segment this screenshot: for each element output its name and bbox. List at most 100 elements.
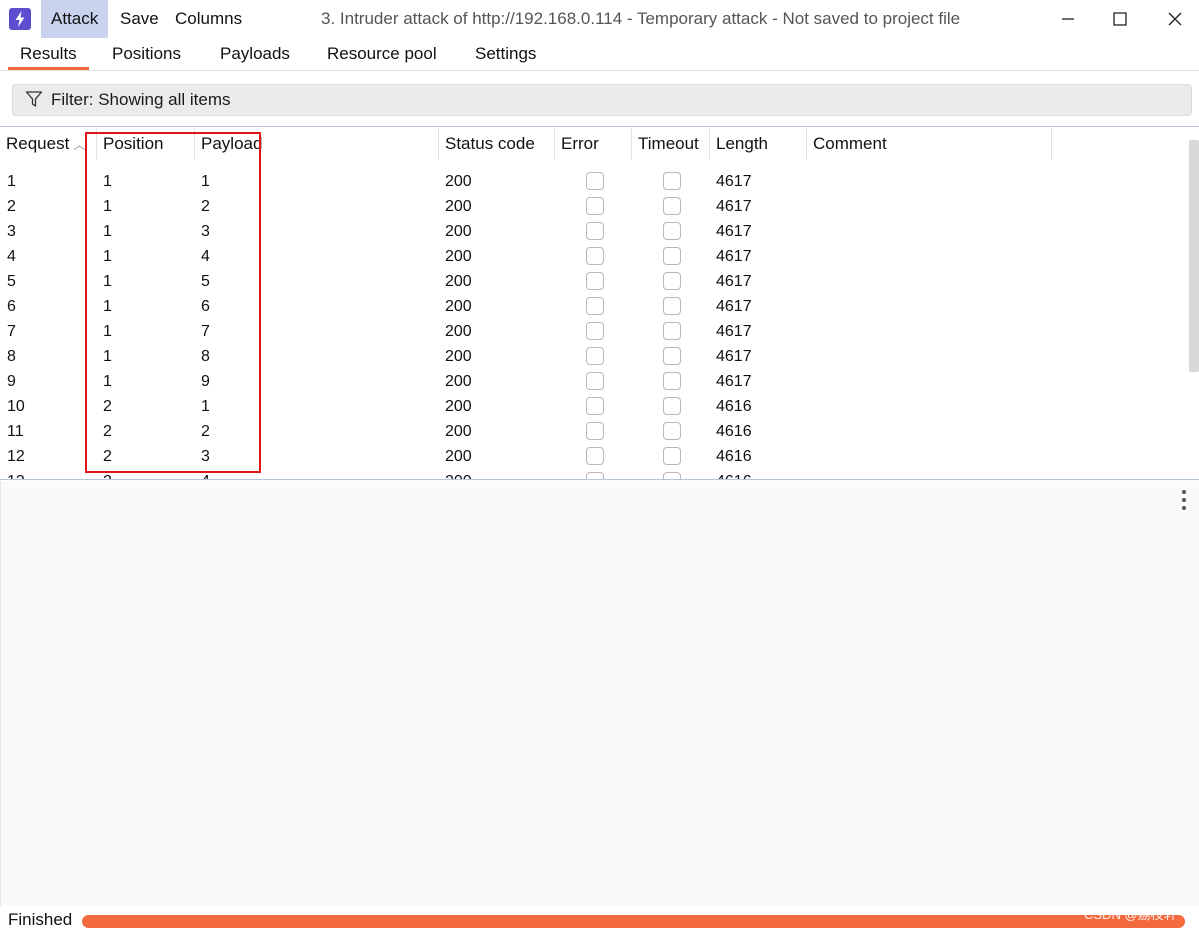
error-checkbox[interactable] — [586, 347, 604, 365]
column-header-error[interactable]: Error — [555, 127, 632, 160]
timeout-checkbox[interactable] — [663, 372, 681, 390]
timeout-checkbox[interactable] — [663, 222, 681, 240]
column-header-label: Request — [6, 134, 70, 153]
error-checkbox[interactable] — [586, 422, 604, 440]
column-header-status-code[interactable]: Status code — [439, 127, 555, 160]
error-checkbox[interactable] — [586, 372, 604, 390]
table-row[interactable]: 2 1 2 200 4617 — [0, 194, 1199, 219]
error-checkbox[interactable] — [586, 172, 604, 190]
window-title: 3. Intruder attack of http://192.168.0.1… — [321, 9, 961, 28]
tab-resource-pool[interactable]: Resource pool — [315, 38, 449, 69]
cell-payload: 4 — [201, 248, 210, 265]
error-checkbox[interactable] — [586, 247, 604, 265]
tab-results[interactable]: Results — [8, 38, 89, 70]
timeout-checkbox[interactable] — [663, 272, 681, 290]
column-header-payload[interactable]: Payload — [195, 127, 439, 160]
timeout-checkbox[interactable] — [663, 422, 681, 440]
cell-request: 8 — [7, 348, 16, 365]
cell-status: 200 — [445, 323, 472, 340]
column-header-timeout[interactable]: Timeout — [632, 127, 710, 160]
cell-length: 4617 — [716, 373, 752, 390]
cell-payload: 6 — [201, 298, 210, 315]
timeout-checkbox[interactable] — [663, 347, 681, 365]
title-bar: Attack Save Columns 3. Intruder attack o… — [0, 0, 1199, 38]
error-checkbox[interactable] — [586, 322, 604, 340]
error-checkbox[interactable] — [586, 447, 604, 465]
tab-settings[interactable]: Settings — [463, 38, 548, 69]
kebab-menu-icon[interactable] — [1178, 490, 1190, 512]
timeout-checkbox[interactable] — [663, 297, 681, 315]
cell-request: 10 — [7, 398, 25, 415]
table-row[interactable]: 7 1 7 200 4617 — [0, 319, 1199, 344]
error-checkbox[interactable] — [586, 397, 604, 415]
cell-payload: 3 — [201, 448, 210, 465]
error-checkbox[interactable] — [586, 297, 604, 315]
cell-payload: 2 — [201, 423, 210, 440]
cell-position: 1 — [103, 323, 112, 340]
cell-length: 4617 — [716, 173, 752, 190]
cell-length: 4616 — [716, 423, 752, 440]
cell-request: 7 — [7, 323, 16, 340]
cell-status: 200 — [445, 469, 472, 479]
cell-request: 9 — [7, 373, 16, 390]
cell-length: 4617 — [716, 198, 752, 215]
cell-request: 5 — [7, 273, 16, 290]
cell-position: 1 — [103, 223, 112, 240]
menu-columns[interactable]: Columns — [165, 0, 252, 38]
error-checkbox[interactable] — [586, 222, 604, 240]
filter-bar[interactable]: Filter: Showing all items — [12, 84, 1192, 116]
cell-payload: 3 — [201, 223, 210, 240]
cell-position: 2 — [103, 448, 112, 465]
error-checkbox[interactable] — [586, 197, 604, 215]
maximize-icon[interactable] — [1097, 0, 1143, 38]
cell-length: 4617 — [716, 273, 752, 290]
table-row[interactable]: 9 1 9 200 4617 — [0, 369, 1199, 394]
table-row[interactable]: 6 1 6 200 4617 — [0, 294, 1199, 319]
cell-length: 4616 — [716, 469, 752, 479]
filter-label: Filter: Showing all items — [51, 90, 231, 109]
table-row-partial[interactable]: 13 2 4 200 4616 — [0, 469, 1199, 479]
table-row[interactable]: 5 1 5 200 4617 — [0, 269, 1199, 294]
tab-positions[interactable]: Positions — [100, 38, 193, 69]
menu-save[interactable]: Save — [110, 0, 169, 38]
cell-request: 12 — [7, 448, 25, 465]
timeout-checkbox[interactable] — [663, 472, 681, 479]
cell-payload: 2 — [201, 198, 210, 215]
timeout-checkbox[interactable] — [663, 247, 681, 265]
watermark: CSDN @荔枝轩 — [1084, 907, 1177, 922]
column-header-length[interactable]: Length — [710, 127, 807, 160]
cell-status: 200 — [445, 198, 472, 215]
table-row[interactable]: 3 1 3 200 4617 — [0, 219, 1199, 244]
timeout-checkbox[interactable] — [663, 322, 681, 340]
table-row[interactable]: 4 1 4 200 4617 — [0, 244, 1199, 269]
cell-status: 200 — [445, 248, 472, 265]
cell-length: 4617 — [716, 223, 752, 240]
cell-status: 200 — [445, 173, 472, 190]
table-row[interactable]: 8 1 8 200 4617 — [0, 344, 1199, 369]
results-table: 0200461711120046172122004617313200461741… — [0, 126, 1199, 480]
sort-ascending-icon: ︿ — [73, 138, 86, 152]
error-checkbox[interactable] — [586, 472, 604, 479]
table-row[interactable]: 10 2 1 200 4616 — [0, 394, 1199, 419]
table-row[interactable]: 12 2 3 200 4616 — [0, 444, 1199, 469]
column-header-position[interactable]: Position — [97, 127, 195, 160]
timeout-checkbox[interactable] — [663, 447, 681, 465]
close-icon[interactable] — [1152, 0, 1198, 38]
table-scrollbar[interactable] — [1189, 140, 1199, 372]
table-header: Request ︿ Position Payload Status code Er… — [0, 127, 1199, 160]
column-header-comment[interactable]: Comment — [807, 127, 1052, 160]
status-text: Finished — [8, 910, 73, 929]
tab-payloads[interactable]: Payloads — [208, 38, 302, 69]
timeout-checkbox[interactable] — [663, 172, 681, 190]
error-checkbox[interactable] — [586, 272, 604, 290]
timeout-checkbox[interactable] — [663, 197, 681, 215]
detail-panel — [0, 481, 1199, 906]
table-row[interactable]: 1 1 1 200 4617 — [0, 169, 1199, 194]
column-header-request[interactable]: Request ︿ — [0, 127, 97, 160]
timeout-checkbox[interactable] — [663, 397, 681, 415]
cell-length: 4617 — [716, 323, 752, 340]
minimize-icon[interactable] — [1045, 0, 1091, 38]
table-row[interactable]: 11 2 2 200 4616 — [0, 419, 1199, 444]
menu-attack[interactable]: Attack — [41, 0, 109, 38]
cell-request: 2 — [7, 198, 16, 215]
